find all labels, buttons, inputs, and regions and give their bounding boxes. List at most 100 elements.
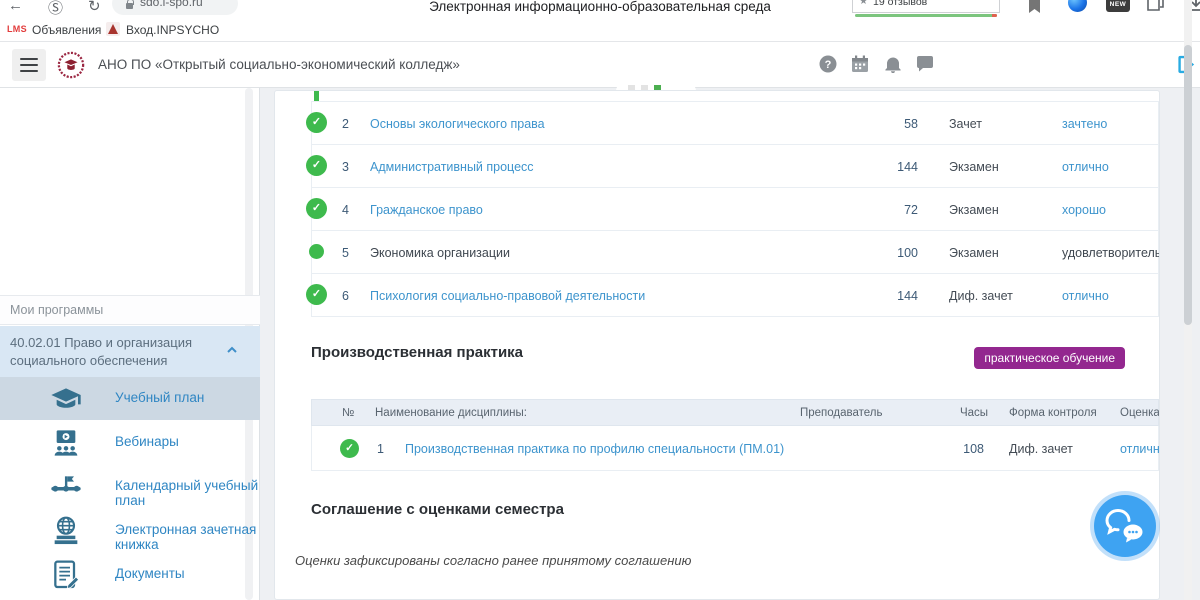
grade-link[interactable]: хорошо bbox=[1062, 203, 1106, 217]
reviews-label: 19 отзывов bbox=[873, 0, 927, 8]
browser-toolbar: ← Ⓢ ↻ sdo.i-spo.ru Электронная информаци… bbox=[0, 0, 1200, 18]
table-row: 3 Административный процесс 144 Экзамен о… bbox=[311, 145, 1159, 188]
sidebar-item-calendar-plan[interactable]: Календарный учебный план bbox=[0, 465, 260, 508]
sidebar-item-label: Документы bbox=[115, 566, 185, 581]
col-hours: Часы bbox=[960, 407, 988, 419]
lms-favicon: LMS bbox=[7, 24, 27, 34]
practical-training-badge: практическое обучение bbox=[974, 347, 1125, 369]
row-number: 6 bbox=[342, 289, 349, 303]
grade-link[interactable]: отлично bbox=[1120, 442, 1160, 456]
sidebar-item-webinars[interactable]: Вебинары bbox=[0, 421, 260, 464]
control-form: Экзамен bbox=[949, 246, 999, 260]
completed-check-icon: ✓ bbox=[340, 439, 359, 458]
row-number: 3 bbox=[342, 160, 349, 174]
curriculum-panel: 2 Основы экологического права 58 Зачет з… bbox=[274, 90, 1160, 600]
practice-table: № Наименование дисциплины: Преподаватель… bbox=[311, 399, 1159, 471]
calendar-icon[interactable] bbox=[850, 54, 870, 74]
sidebar-program-header[interactable]: 40.02.01 Право и организация социального… bbox=[0, 326, 260, 377]
hours-value: 72 bbox=[872, 203, 918, 217]
sidebar-item-label: Календарный учебный план bbox=[115, 478, 260, 508]
table-row: 4 Гражданское право 72 Экзамен хорошо bbox=[311, 188, 1159, 231]
chevron-up-icon[interactable] bbox=[226, 344, 238, 356]
col-control-form: Форма контроля bbox=[1009, 407, 1097, 419]
sidebar-item-label: Вебинары bbox=[115, 434, 179, 449]
practice-section-heading: Производственная практика bbox=[311, 344, 523, 361]
sidebar: Мои программы 40.02.01 Право и организац… bbox=[0, 88, 260, 600]
subjects-table: 2 Основы экологического права 58 Зачет з… bbox=[311, 101, 1159, 317]
chat-bubbles-icon bbox=[1105, 508, 1145, 544]
row-number: 2 bbox=[342, 117, 349, 131]
bookmark-inpsycho[interactable]: Вход.INPSYCHO bbox=[126, 23, 219, 37]
agreement-note: Оценки зафиксированы согласно ранее прин… bbox=[295, 553, 691, 568]
app-header: АНО ПО «Открытый социально-экономический… bbox=[0, 42, 1200, 88]
grade-link[interactable]: отлично bbox=[1062, 289, 1109, 303]
globe-books-icon bbox=[50, 515, 82, 547]
milestones-icon bbox=[50, 471, 82, 503]
support-chat-button[interactable] bbox=[1094, 495, 1156, 557]
messages-icon[interactable] bbox=[915, 54, 935, 74]
svg-text:?: ? bbox=[825, 59, 832, 71]
page-title: Электронная информационно-образовательна… bbox=[0, 0, 1200, 14]
subject-name: Экономика организации bbox=[370, 246, 510, 260]
grade-link[interactable]: зачтено bbox=[1062, 117, 1107, 131]
grade-link[interactable]: отлично bbox=[1062, 160, 1109, 174]
bookmark-icon[interactable] bbox=[1028, 0, 1041, 14]
hours-value: 58 bbox=[872, 117, 918, 131]
sidebar-item-label: Учебный план bbox=[115, 390, 204, 405]
reviews-widget[interactable]: ★ 19 отзывов bbox=[852, 0, 1000, 13]
agreement-heading: Соглашение с оценками семестра bbox=[311, 501, 564, 518]
table-row: 5 Экономика организации 100 Экзамен удов… bbox=[311, 231, 1159, 274]
practice-row: ✓ 1 Производственная практика по профилю… bbox=[311, 426, 1159, 471]
completed-check-icon: ✓ bbox=[306, 284, 327, 305]
completed-check-icon: ✓ bbox=[306, 112, 327, 133]
table-row: 2 Основы экологического права 58 Зачет з… bbox=[311, 102, 1159, 145]
crest-favicon bbox=[106, 22, 120, 36]
row-number: 5 bbox=[342, 246, 349, 260]
sidebar-item-label: Электронная зачетная книжка bbox=[115, 522, 260, 552]
bookmarks-bar: LMS Объявления Вход.INPSYCHO bbox=[0, 18, 1200, 42]
sidebar-section-my-programs: Мои программы bbox=[0, 295, 260, 325]
sidebar-item-gradebook[interactable]: Электронная зачетная книжка bbox=[0, 509, 260, 552]
notifications-bell-icon[interactable] bbox=[883, 54, 903, 74]
subject-link[interactable]: Административный процесс bbox=[370, 160, 534, 174]
page-scrollbar-thumb[interactable] bbox=[1184, 45, 1192, 325]
practice-subject-link[interactable]: Производственная практика по профилю спе… bbox=[405, 442, 784, 456]
reviews-rating-bar bbox=[855, 14, 997, 17]
hamburger-menu-button[interactable] bbox=[12, 49, 46, 81]
graduation-cap-icon bbox=[50, 383, 82, 415]
bookmark-announcements[interactable]: Объявления bbox=[32, 23, 101, 37]
hours-value: 144 bbox=[872, 289, 918, 303]
subject-link[interactable]: Гражданское право bbox=[370, 203, 483, 217]
control-form: Зачет bbox=[949, 117, 982, 131]
control-form: Экзамен bbox=[949, 203, 999, 217]
completed-check-icon: ✓ bbox=[306, 155, 327, 176]
hours-value: 100 bbox=[872, 246, 918, 260]
window-icon[interactable] bbox=[1146, 0, 1164, 13]
subject-link[interactable]: Психология социально-правовой деятельнос… bbox=[370, 289, 645, 303]
org-name: АНО ПО «Открытый социально-экономический… bbox=[98, 57, 460, 72]
program-name: 40.02.01 Право и организация социального… bbox=[10, 334, 215, 370]
help-icon[interactable]: ? bbox=[818, 54, 838, 74]
col-discipline: Наименование дисциплины: bbox=[375, 407, 527, 419]
sidebar-section-title: Мои программы bbox=[10, 303, 103, 317]
sidebar-item-documents[interactable]: Документы bbox=[0, 553, 260, 596]
col-teacher: Преподаватель bbox=[800, 407, 883, 419]
hours-value: 144 bbox=[872, 160, 918, 174]
subject-link[interactable]: Основы экологического права bbox=[370, 117, 545, 131]
star-icon: ★ bbox=[859, 0, 868, 7]
timeline-dot-icon bbox=[309, 244, 324, 259]
document-pen-icon bbox=[50, 559, 82, 591]
col-number: № bbox=[342, 407, 354, 419]
control-form: Диф. зачет bbox=[1009, 442, 1073, 456]
webinar-icon bbox=[50, 427, 82, 459]
completed-check-icon: ✓ bbox=[306, 198, 327, 219]
control-form: Экзамен bbox=[949, 160, 999, 174]
col-grade: Оценка bbox=[1120, 407, 1160, 419]
sidebar-item-curriculum[interactable]: Учебный план bbox=[0, 377, 260, 420]
college-logo bbox=[57, 51, 85, 79]
practice-table-header: № Наименование дисциплины: Преподаватель… bbox=[311, 399, 1159, 426]
new-extension-badge[interactable]: NEW bbox=[1106, 0, 1130, 12]
hours-value: 108 bbox=[942, 442, 984, 456]
grade-value: удовлетворительно bbox=[1062, 246, 1160, 260]
control-form: Диф. зачет bbox=[949, 289, 1013, 303]
